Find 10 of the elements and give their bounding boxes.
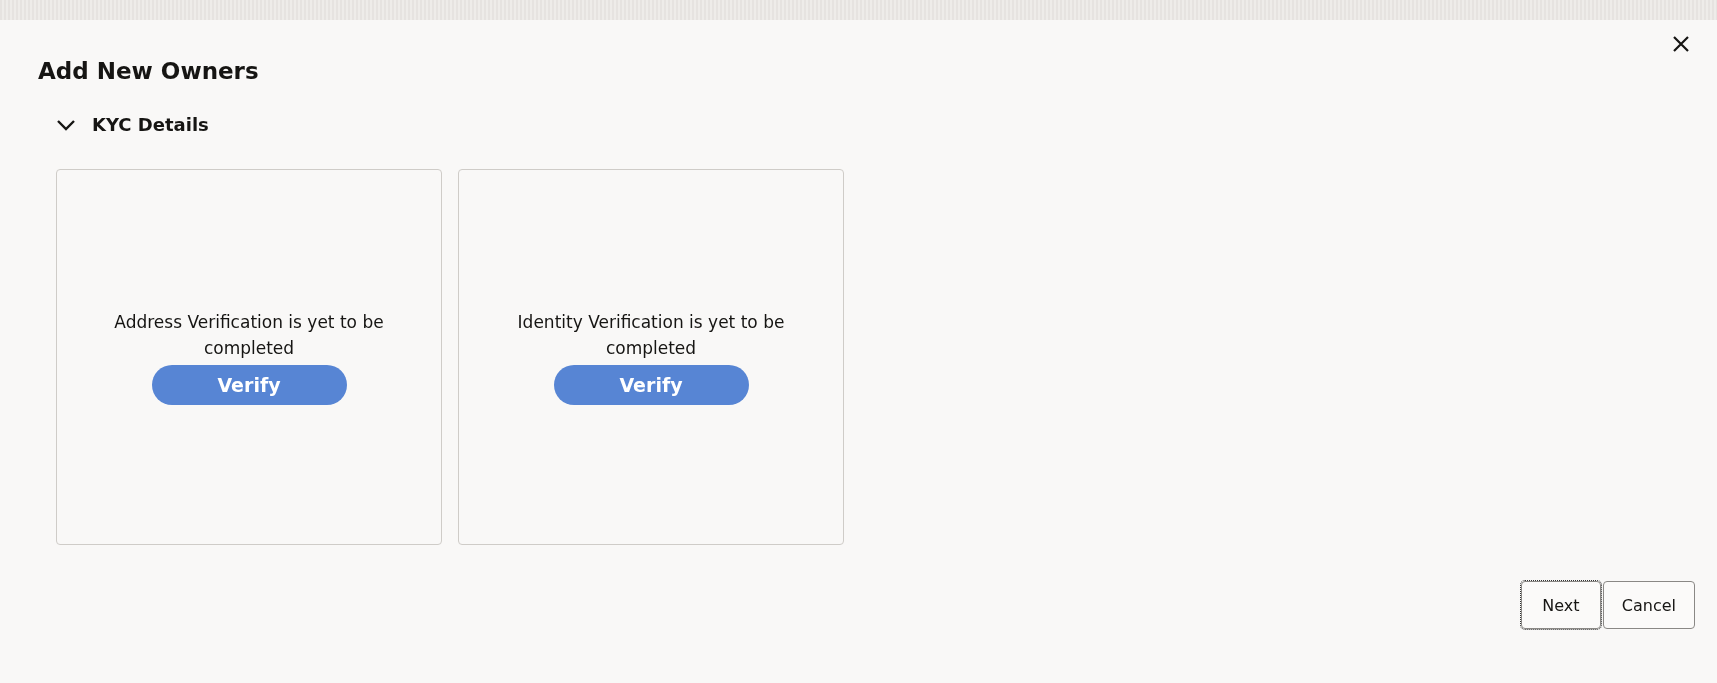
footer-button[interactable]: Cancel [1602, 581, 1695, 629]
dialog-title: Add New Owners [38, 58, 259, 84]
status-message: Address Verification is yet to be completed [113, 311, 385, 360]
footer-button[interactable]: Next [1520, 581, 1601, 629]
status-message: Identity Verification is yet to be completed [516, 311, 786, 360]
section-toggle[interactable]: KYC Details [56, 114, 209, 135]
verify-button[interactable]: Verify [151, 365, 347, 405]
verify-button[interactable]: Verify [553, 365, 749, 405]
chevron-icon [56, 118, 76, 131]
close-icon [1671, 34, 1691, 54]
